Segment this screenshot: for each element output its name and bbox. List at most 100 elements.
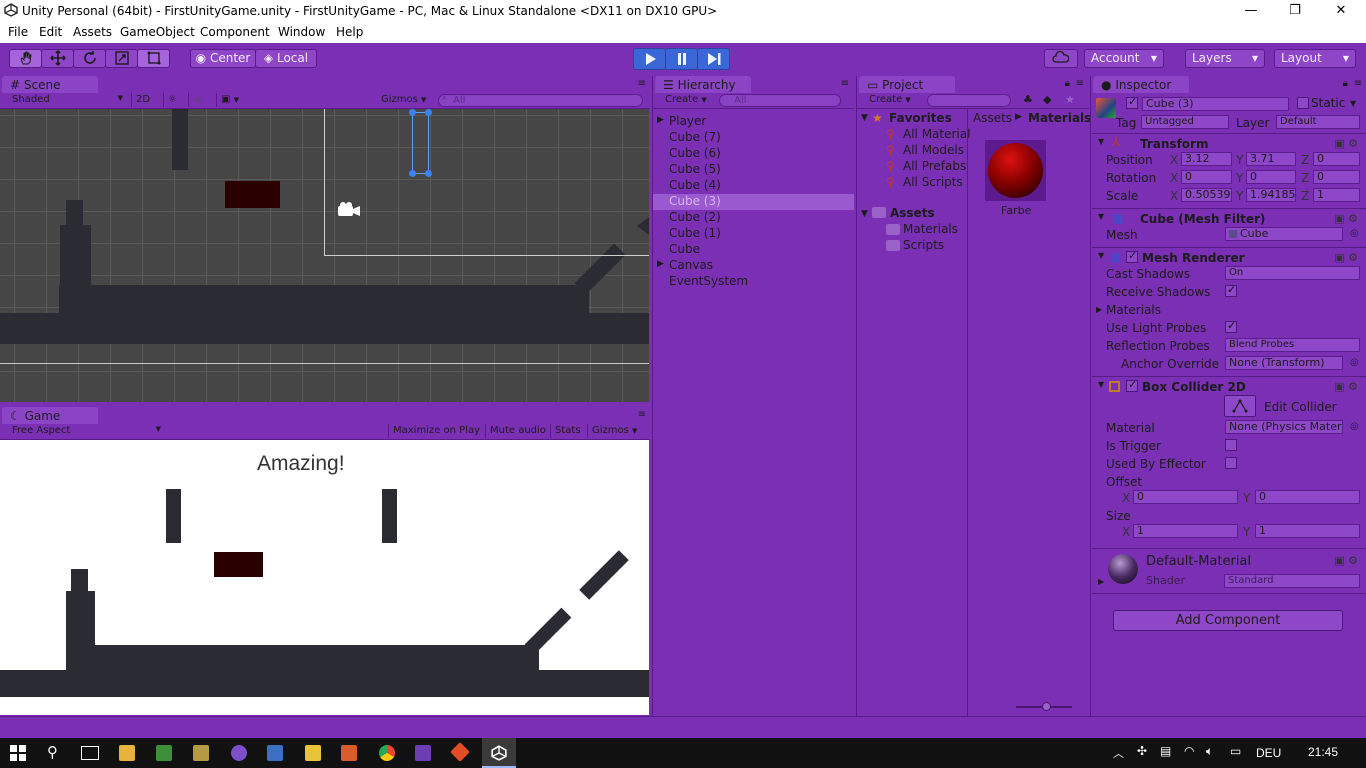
- material-section[interactable]: ▶ Default-Material Shader Standard ▣ ⚙: [1092, 548, 1366, 594]
- menu-edit[interactable]: Edit: [39, 25, 62, 39]
- account-dropdown[interactable]: Account ▼: [1084, 49, 1164, 68]
- task-view-icon[interactable]: [81, 746, 99, 760]
- mesh-renderer-header[interactable]: ▼ ▩ Mesh Renderer ▣ ⚙: [1092, 247, 1366, 267]
- hierarchy-item-cube-7[interactable]: Cube (7): [669, 130, 721, 144]
- scale-y-field[interactable]: 1.94185: [1246, 188, 1296, 202]
- hierarchy-create-dropdown[interactable]: Create ▼: [661, 93, 711, 107]
- offset-x-field[interactable]: 0: [1133, 490, 1238, 504]
- layout-dropdown[interactable]: Layout ▼: [1274, 49, 1356, 68]
- position-x-field[interactable]: 3.12: [1181, 152, 1232, 166]
- hierarchy-item-cube-4[interactable]: Cube (4): [669, 178, 721, 192]
- favorite-star-icon[interactable]: ★: [1065, 93, 1075, 106]
- rotate-tool-button[interactable]: [73, 49, 106, 68]
- size-x-field[interactable]: 1: [1133, 524, 1238, 538]
- lock-icon[interactable]: 🔒︎: [1343, 78, 1348, 89]
- expand-arrow-icon[interactable]: ▶: [657, 259, 664, 269]
- 2d-toggle[interactable]: 2D: [131, 93, 157, 107]
- word-icon[interactable]: [267, 745, 283, 761]
- asset-thumbnail[interactable]: [985, 140, 1046, 201]
- scale-tool-button[interactable]: [105, 49, 138, 68]
- expand-arrow-icon[interactable]: ▶: [657, 115, 664, 125]
- breadcrumb-assets[interactable]: Assets: [973, 111, 1012, 125]
- hierarchy-item-cube-3[interactable]: Cube (3): [669, 194, 721, 208]
- breadcrumb-materials[interactable]: Materials: [1028, 111, 1091, 125]
- notepad-icon[interactable]: [156, 745, 172, 761]
- active-checkbox[interactable]: [1126, 95, 1138, 109]
- menu-help[interactable]: Help: [336, 25, 363, 39]
- thumbnail-size-slider[interactable]: [1016, 702, 1072, 711]
- slider-thumb[interactable]: [1042, 702, 1051, 711]
- step-button[interactable]: [697, 48, 730, 70]
- mesh-object-field[interactable]: Cube: [1225, 227, 1343, 241]
- object-picker-icon[interactable]: ◎: [1350, 357, 1359, 368]
- box-collider-enabled-checkbox[interactable]: [1126, 378, 1138, 392]
- chevron-up-icon[interactable]: ︿: [1113, 745, 1124, 761]
- component-settings-icons[interactable]: ▣ ⚙: [1334, 251, 1358, 264]
- reflection-probes-dropdown[interactable]: Blend Probes: [1225, 338, 1360, 352]
- file-explorer-icon[interactable]: [119, 745, 135, 761]
- camera-gizmo-icon[interactable]: [336, 201, 362, 219]
- scene-platform-top[interactable]: [59, 285, 589, 313]
- aspect-dropdown[interactable]: Free Aspect ▼: [8, 424, 164, 438]
- folder-scripts[interactable]: Scripts: [903, 238, 944, 252]
- lock-icon[interactable]: 🔒︎: [1065, 78, 1070, 89]
- panel-menu-icon[interactable]: ≡: [1076, 78, 1084, 89]
- cloud-button[interactable]: [1044, 49, 1078, 68]
- audio-toggle[interactable]: ◀: [188, 93, 212, 107]
- scale-z-field[interactable]: 1: [1313, 188, 1360, 202]
- effects-dropdown[interactable]: ▣ ▼: [216, 93, 252, 107]
- menu-gameobject[interactable]: GameObject: [120, 25, 195, 39]
- hierarchy-item-cube-6[interactable]: Cube (6): [669, 146, 721, 160]
- move-tool-button[interactable]: [41, 49, 74, 68]
- eclipse-icon[interactable]: [231, 745, 247, 761]
- close-button[interactable]: ✕: [1318, 0, 1364, 22]
- box-collider-header[interactable]: ▼ Box Collider 2D ▣ ⚙: [1092, 376, 1366, 396]
- materials-label[interactable]: Materials: [1106, 303, 1161, 317]
- collapse-arrow-icon[interactable]: ▼: [1098, 137, 1104, 146]
- assets-folder[interactable]: Assets: [890, 206, 935, 220]
- scale-x-field[interactable]: 0.50539: [1181, 188, 1232, 202]
- menu-assets[interactable]: Assets: [73, 25, 112, 39]
- component-settings-icons[interactable]: ▣ ⚙: [1334, 554, 1358, 567]
- menu-component[interactable]: Component: [200, 25, 270, 39]
- git-icon[interactable]: [450, 742, 470, 762]
- cast-shadows-dropdown[interactable]: On: [1225, 266, 1360, 280]
- favorite-all-materials[interactable]: All Material: [903, 127, 970, 141]
- project-search-input[interactable]: [927, 94, 1011, 107]
- layer-dropdown[interactable]: Default: [1276, 115, 1360, 129]
- anchor-override-field[interactable]: None (Transform): [1225, 356, 1343, 370]
- scene-player-body[interactable]: [60, 225, 91, 285]
- component-settings-icons[interactable]: ▣ ⚙: [1334, 380, 1358, 393]
- app-icon[interactable]: [193, 745, 209, 761]
- webstorm-icon[interactable]: [305, 745, 321, 761]
- favorite-all-scripts[interactable]: All Scripts: [903, 175, 963, 189]
- tab-game[interactable]: ☾ Game: [2, 407, 98, 424]
- asset-name-farbe[interactable]: Farbe: [1001, 204, 1031, 217]
- hand-tool-button[interactable]: [9, 49, 42, 68]
- filter-type-icon[interactable]: ♣: [1023, 93, 1033, 106]
- filter-label-icon[interactable]: ◆: [1043, 93, 1051, 106]
- object-picker-icon[interactable]: ◎: [1350, 228, 1359, 239]
- scene-search-input[interactable]: All: [438, 94, 643, 107]
- hierarchy-item-player[interactable]: Player: [669, 114, 706, 128]
- expand-arrow-icon[interactable]: ▶: [1096, 305, 1102, 314]
- project-create-dropdown[interactable]: Create ▼: [865, 93, 915, 107]
- scene-player-head[interactable]: [66, 200, 83, 227]
- collider-material-field[interactable]: None (Physics Mater: [1225, 420, 1343, 434]
- volume-icon[interactable]: 🔈︎: [1206, 744, 1213, 759]
- hierarchy-item-canvas[interactable]: Canvas: [669, 258, 713, 272]
- game-gizmos-dropdown[interactable]: Gizmos ▼: [587, 424, 647, 438]
- chrome-icon[interactable]: [379, 745, 395, 761]
- maximize-on-play-toggle[interactable]: Maximize on Play: [388, 424, 484, 438]
- collapse-arrow-icon[interactable]: ▼: [861, 113, 868, 123]
- shader-dropdown[interactable]: Standard: [1224, 574, 1360, 588]
- light-probes-checkbox[interactable]: [1225, 319, 1237, 333]
- expand-arrow-icon[interactable]: ▶: [1098, 577, 1104, 586]
- play-button[interactable]: [633, 48, 666, 70]
- rotation-x-field[interactable]: 0: [1181, 170, 1232, 184]
- collapse-arrow-icon[interactable]: ▼: [1098, 251, 1104, 260]
- object-name-field[interactable]: Cube (3): [1142, 97, 1289, 111]
- device-icon[interactable]: ▤: [1160, 744, 1171, 758]
- tab-scene[interactable]: # Scene: [2, 76, 98, 93]
- panel-menu-icon[interactable]: ≡: [1354, 78, 1362, 89]
